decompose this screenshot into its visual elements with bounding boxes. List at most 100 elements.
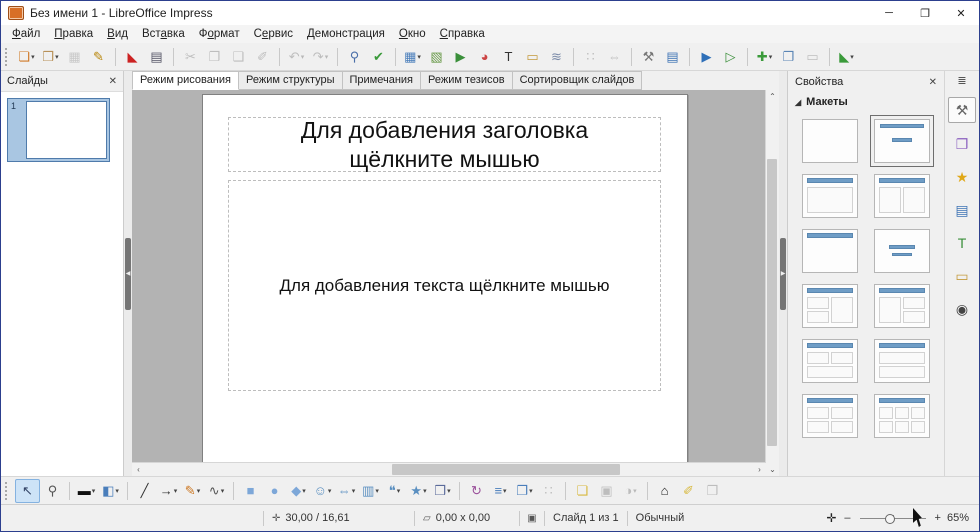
basic-shapes-tool[interactable]: ◆▾ [287,480,310,502]
dropdown-arrow-icon[interactable]: ▾ [302,487,306,495]
layout-title-two-content[interactable] [874,174,930,218]
layout-title-2content-over-content[interactable] [802,339,858,383]
dropdown-arrow-icon[interactable]: ▾ [197,487,201,495]
duplicate-slide-button[interactable]: ❐ [777,46,800,68]
dropdown-arrow-icon[interactable]: ▾ [769,53,773,61]
edit-points-tool[interactable]: ⌂ [653,480,676,502]
3d-objects-tool[interactable]: ❒▾ [431,480,454,502]
curve-tool[interactable]: ✎▾ [181,480,204,502]
fit-slide-button[interactable]: ✛ [822,505,840,531]
layout-title-subtitle[interactable] [874,119,930,163]
new-slide-button[interactable]: ✚▾ [753,46,776,68]
find-replace-button[interactable]: ⚲ [343,46,366,68]
layout-title-2content-content[interactable] [802,284,858,328]
start-from-first-slide-button[interactable]: ▶ [695,46,718,68]
view-tab-sorter[interactable]: Сортировщик слайдов [513,71,643,90]
insert-text-box-button[interactable]: T [497,46,520,68]
insert-line-tool[interactable]: ╱ [133,480,156,502]
layout-title-content-2content[interactable] [874,284,930,328]
dropdown-arrow-icon[interactable]: ▾ [417,53,421,61]
dropdown-arrow-icon[interactable]: ▾ [375,487,379,495]
glue-points-edit-tool[interactable]: ✐ [677,480,700,502]
display-views-button[interactable]: ▤ [661,46,684,68]
view-tab-outline[interactable]: Режим структуры [239,71,343,90]
slides-panel-close-icon[interactable]: ✕ [109,76,117,87]
restore-button[interactable]: ❐ [907,1,943,25]
minimize-button[interactable]: ─ [871,1,907,25]
close-button[interactable]: ✕ [943,1,979,25]
sidebar-close-icon[interactable]: ✕ [929,77,937,88]
layout-centered-text[interactable] [874,229,930,273]
dropdown-arrow-icon[interactable]: ▾ [397,487,401,495]
dropdown-arrow-icon[interactable]: ▾ [633,487,637,495]
layout-blank[interactable] [802,119,858,163]
menu-insert[interactable]: Вставка [135,27,192,41]
subtitle-placeholder[interactable]: Для добавления текста щёлкните мышью [228,180,661,391]
dropdown-arrow-icon[interactable]: ▾ [423,487,427,495]
horizontal-scrollbar-thumb[interactable] [392,464,620,475]
navigator-deck-tab[interactable]: ◉ [949,297,975,321]
menu-view[interactable]: Вид [100,27,135,41]
lines-arrows-tool[interactable]: →▾ [157,480,180,502]
scroll-up-icon[interactable]: ⌃ [766,90,779,103]
align-tool[interactable]: ≡▾ [489,480,512,502]
toolbar-grip[interactable] [5,48,11,66]
master-slides-deck-tab[interactable]: ▤ [949,198,975,222]
ellipse-tool[interactable]: ● [263,480,286,502]
layout-title-4content[interactable] [802,394,858,438]
toolbar-grip[interactable] [5,482,11,500]
dropdown-arrow-icon[interactable]: ▾ [221,487,225,495]
block-arrows-tool[interactable]: ⇔▾ [335,480,358,502]
scroll-left-icon[interactable]: ‹ [132,463,145,476]
title-placeholder[interactable]: Для добавления заголовкащёлкните мышью [228,117,661,172]
slide-canvas[interactable]: Для добавления заголовкащёлкните мышью Д… [202,94,688,463]
scroll-right-icon[interactable]: › [753,463,766,476]
left-splitter[interactable]: ◀ [124,71,132,476]
view-tab-notes[interactable]: Примечания [343,71,422,90]
layout-title-content[interactable] [802,174,858,218]
insert-chart-button[interactable]: ◕ [473,46,496,68]
shadow-toggle[interactable]: ❏ [571,480,594,502]
rotate-tool[interactable]: ↻ [465,480,488,502]
dropdown-arrow-icon[interactable]: ▾ [850,53,854,61]
slide-thumbnail[interactable]: 1 [7,98,110,162]
dropdown-arrow-icon[interactable]: ▾ [447,487,451,495]
dropdown-arrow-icon[interactable]: ▾ [352,487,356,495]
scroll-down-icon[interactable]: ⌄ [766,463,779,476]
print-button[interactable]: ▤ [145,46,168,68]
zoom-slider[interactable]: – + [840,505,945,531]
horizontal-scrollbar[interactable]: ‹ › [132,462,766,476]
left-splitter-collapse-handle[interactable]: ◀ [125,238,131,310]
right-splitter-collapse-handle[interactable]: ▶ [780,238,786,310]
dropdown-arrow-icon[interactable]: ▾ [31,53,35,61]
sidebar-menu-icon[interactable]: ≣ [957,74,966,88]
menu-help[interactable]: Справка [433,27,492,41]
master-slide-button[interactable]: ⚒ [637,46,660,68]
properties-deck-tab[interactable]: ⚒ [948,97,976,123]
flowchart-tool[interactable]: ▥▾ [359,480,382,502]
line-style-picker[interactable]: ▬▾ [75,480,98,502]
dropdown-arrow-icon[interactable]: ▾ [328,487,332,495]
menu-edit[interactable]: Правка [47,27,100,41]
view-tab-drawing[interactable]: Режим рисования [132,71,239,90]
vertical-scrollbar-thumb[interactable] [767,159,777,446]
dropdown-arrow-icon[interactable]: ▾ [325,53,329,61]
save-as-button[interactable]: ✎ [87,46,110,68]
menu-format[interactable]: Формат [192,27,247,41]
layout-title-only[interactable] [802,229,858,273]
vertical-scrollbar[interactable]: ⌃ ⌄ [765,90,779,476]
start-from-current-slide-button[interactable]: ▷ [719,46,742,68]
connector-tool[interactable]: ∿▾ [205,480,228,502]
select-tool[interactable]: ↖ [15,479,40,503]
open-button[interactable]: ❒▾ [39,46,62,68]
zoom-level-field[interactable]: 65% [945,505,979,531]
symbol-shapes-tool[interactable]: ☺▾ [311,480,334,502]
insert-image-button[interactable]: ▧ [425,46,448,68]
right-splitter[interactable]: ▶ [779,71,787,476]
dropdown-arrow-icon[interactable]: ▾ [115,487,119,495]
slide-transition-deck-tab[interactable]: ❐ [949,132,975,156]
dropdown-arrow-icon[interactable]: ▾ [503,487,507,495]
styles-deck-tab[interactable]: T [949,231,975,255]
dropdown-arrow-icon[interactable]: ▾ [529,487,533,495]
header-footer-button[interactable]: ▭ [521,46,544,68]
